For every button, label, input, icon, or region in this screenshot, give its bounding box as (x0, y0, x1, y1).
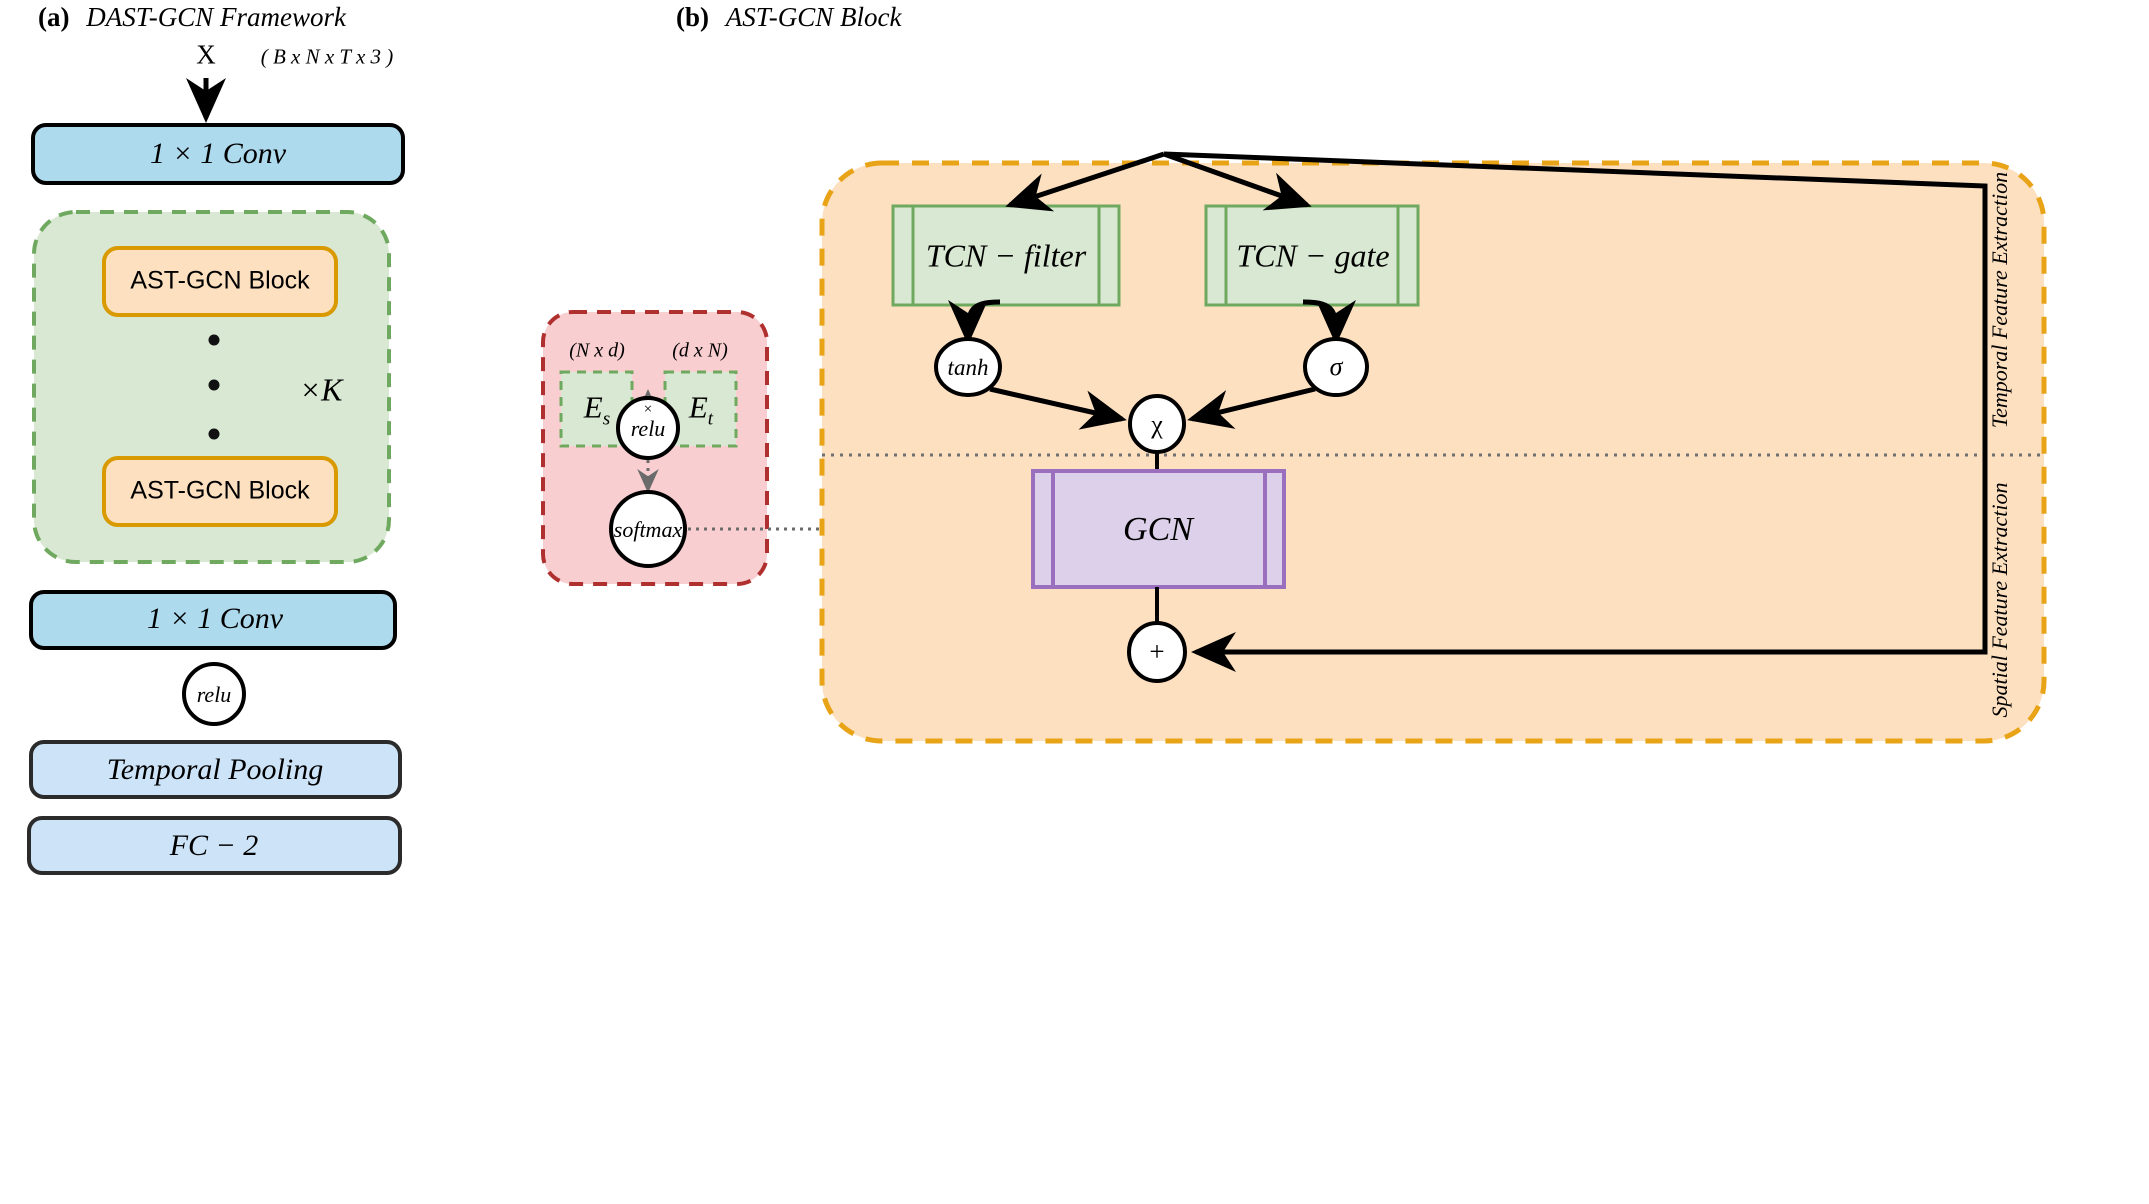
conv-top-label: 1 × 1 Conv (149, 137, 287, 170)
ast-block-2-label: AST-GCN Block (130, 476, 310, 505)
sigma-label: σ (1329, 352, 1343, 381)
ellipsis-dot (208, 334, 220, 346)
softmax-label: softmax (613, 517, 683, 542)
ast-block-1-label: AST-GCN Block (130, 266, 310, 295)
panel-b-title: AST-GCN Block (725, 2, 902, 32)
embedding-es-sub: s (602, 408, 611, 430)
repeat-count-label: ×K (299, 371, 343, 408)
panel-a-title: DAST-GCN Framework (86, 2, 346, 32)
shape-left-label: (N x d) (569, 339, 625, 362)
panel-a-caption: (a) DAST-GCN Framework (38, 2, 346, 33)
panel-b-caption: (b) AST-GCN Block (676, 2, 901, 33)
panel-a-tag: (a) (38, 2, 70, 32)
embedding-et-base: E (688, 389, 708, 425)
spatial-extraction-label: Spatial Feature Extraction (1987, 482, 2012, 718)
pooling-label: Temporal Pooling (106, 753, 324, 786)
relu-label-a: relu (196, 682, 232, 707)
gcn-label: GCN (1123, 511, 1193, 548)
embedding-et-sub: t (707, 408, 714, 430)
ellipsis-dot (208, 428, 220, 440)
embedding-et-label: Et (689, 389, 713, 430)
conv-bottom-label: 1 × 1 Conv (146, 602, 284, 635)
fc-label: FC − 2 (169, 829, 259, 862)
shape-right-label: (d x N) (672, 339, 728, 362)
tcn-filter-label: TCN − filter (925, 237, 1087, 274)
input-symbol: X (196, 39, 216, 70)
residual-add-symbol: + (1149, 636, 1165, 667)
embedding-es-base: E (583, 389, 603, 425)
temporal-extraction-label: Temporal Feature Extraction (1987, 171, 2012, 429)
input-shape: ( B x N x T x 3 ) (260, 44, 394, 69)
panel-b-tag: (b) (676, 2, 709, 32)
tcn-gate-label: TCN − gate (1236, 237, 1390, 274)
tanh-label: tanh (947, 355, 989, 380)
embedding-es-label: Es (584, 389, 610, 430)
relu-label-b: relu (630, 416, 666, 441)
ellipsis-dot (208, 379, 220, 391)
gate-multiply-symbol: χ (1151, 410, 1163, 439)
